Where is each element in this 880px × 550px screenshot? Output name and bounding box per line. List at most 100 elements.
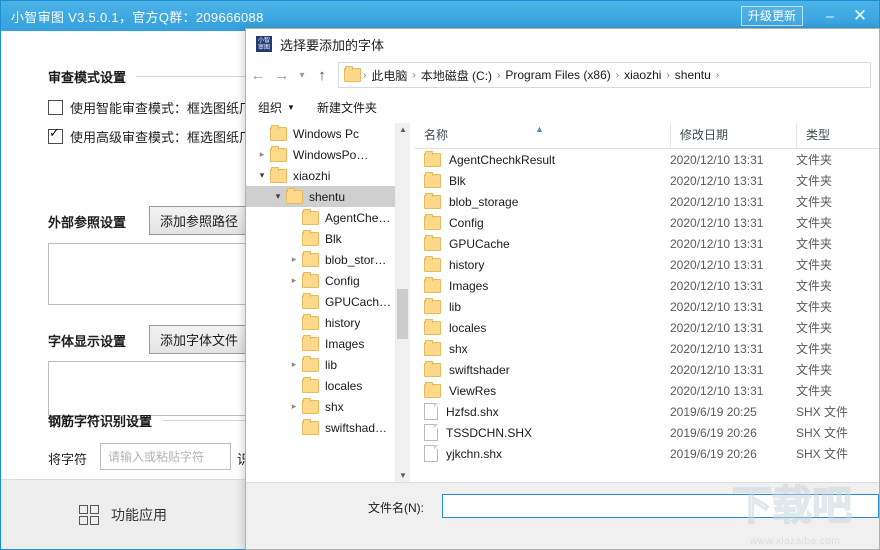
rebar-char-input[interactable]: 请输入或粘贴字符 bbox=[100, 443, 231, 470]
cell-name-label: history bbox=[449, 257, 485, 272]
tree-item-agentche[interactable]: AgentChe… bbox=[246, 207, 410, 228]
tree-item-label: lib bbox=[325, 357, 338, 372]
breadcrumb-item-2[interactable]: Program Files (x86) bbox=[502, 68, 613, 82]
cell-type: 文件夹 bbox=[796, 363, 833, 377]
checkbox-row-smart-review[interactable]: 使用智能审查模式：框选图纸厂 bbox=[48, 98, 252, 117]
tree-item-lib[interactable]: ▸ lib bbox=[246, 354, 410, 375]
table-row[interactable]: Images 2020/12/10 13:31 文件夹 bbox=[415, 275, 879, 296]
tree-item-shx[interactable]: ▸ shx bbox=[246, 396, 410, 417]
table-row[interactable]: GPUCache 2020/12/10 13:31 文件夹 bbox=[415, 233, 879, 254]
table-row[interactable]: locales 2020/12/10 13:31 文件夹 bbox=[415, 317, 879, 338]
chevron-right-icon[interactable]: ▸ bbox=[286, 359, 302, 370]
chevron-right-icon[interactable]: ▸ bbox=[286, 275, 302, 286]
tree-item-windowspo[interactable]: ▸ WindowsPo… bbox=[246, 144, 410, 165]
tree-item-blob_stor[interactable]: ▸ blob_stor… bbox=[246, 249, 410, 270]
cell-type: 文件夹 bbox=[796, 279, 833, 293]
column-header-name[interactable]: ▲ 名称 bbox=[415, 123, 670, 148]
tree-item-swiftshad[interactable]: swiftshad… bbox=[246, 417, 410, 438]
breadcrumb-separator: › bbox=[666, 69, 670, 81]
organize-menu-button[interactable]: 组织 ▼ bbox=[258, 99, 295, 116]
table-row[interactable]: swiftshader 2020/12/10 13:31 文件夹 bbox=[415, 359, 879, 380]
tree-item-shentu[interactable]: ▾ shentu bbox=[246, 186, 410, 207]
cell-name: locales bbox=[415, 318, 670, 335]
column-header-type[interactable]: 类型 bbox=[796, 123, 876, 148]
table-row[interactable]: Blk 2020/12/10 13:31 文件夹 bbox=[415, 170, 879, 191]
column-header-date[interactable]: 修改日期 bbox=[670, 123, 796, 148]
tree-item-history[interactable]: history bbox=[246, 312, 410, 333]
table-row[interactable]: history 2020/12/10 13:31 文件夹 bbox=[415, 254, 879, 275]
chevron-right-icon[interactable]: ▸ bbox=[286, 401, 302, 412]
folder-icon bbox=[424, 276, 441, 293]
external-ref-list-box[interactable] bbox=[48, 243, 248, 305]
checkbox-row-advanced-review[interactable]: 使用高级审查模式：框选图纸厂 bbox=[48, 126, 252, 146]
tree-item-xiaozhi[interactable]: ▾ xiaozhi bbox=[246, 165, 410, 186]
cell-modified-date: 2019/6/19 20:25 bbox=[670, 404, 757, 419]
table-row[interactable]: Config 2020/12/10 13:31 文件夹 bbox=[415, 212, 879, 233]
tree-item-config[interactable]: ▸ Config bbox=[246, 270, 410, 291]
table-row[interactable]: blob_storage 2020/12/10 13:31 文件夹 bbox=[415, 191, 879, 212]
cell-type: 文件夹 bbox=[796, 321, 833, 335]
arrow-left-icon[interactable]: ← bbox=[246, 61, 270, 89]
arrow-right-icon[interactable]: → bbox=[270, 61, 294, 89]
tree-item-images[interactable]: Images bbox=[246, 333, 410, 354]
chevron-down-icon[interactable]: ▾ bbox=[270, 191, 286, 202]
cell-name-label: Config bbox=[449, 215, 484, 230]
cell-type: 文件夹 bbox=[796, 195, 833, 209]
cell-type: SHX 文件 bbox=[796, 447, 849, 461]
table-row[interactable]: yjkchn.shx 2019/6/19 20:26 SHX 文件 bbox=[415, 443, 879, 464]
new-folder-button[interactable]: 新建文件夹 bbox=[317, 99, 377, 116]
new-folder-label: 新建文件夹 bbox=[316, 100, 377, 115]
sort-ascending-icon: ▲ bbox=[535, 124, 544, 134]
chevron-down-icon[interactable]: ▾ bbox=[294, 61, 310, 89]
scroll-down-icon[interactable]: ▼ bbox=[396, 469, 410, 483]
tree-item-gpucach[interactable]: GPUCach… bbox=[246, 291, 410, 312]
font-file-list-box[interactable] bbox=[48, 361, 248, 416]
folder-icon bbox=[302, 334, 319, 351]
folder-icon bbox=[302, 355, 319, 372]
navigation-tree[interactable]: Windows Pc ▸ WindowsPo… ▾ xiaozhi ▾ shentu Agen… bbox=[246, 123, 410, 483]
cell-modified-date: 2020/12/10 13:31 bbox=[670, 383, 764, 398]
scrollbar-thumb[interactable] bbox=[397, 289, 408, 339]
file-list-pane: ▲ 名称 修改日期 类型 AgentChechkResult 2020/12/10… bbox=[415, 123, 879, 483]
checkbox-advanced-review[interactable] bbox=[48, 126, 63, 144]
chevron-right-icon[interactable]: ▸ bbox=[286, 254, 302, 265]
folder-icon bbox=[270, 124, 287, 141]
table-row[interactable]: shx 2020/12/10 13:31 文件夹 bbox=[415, 338, 879, 359]
breadcrumb-separator: › bbox=[715, 69, 720, 81]
app-footer[interactable]: 功能应用 bbox=[1, 479, 245, 549]
breadcrumb-item-4[interactable]: shentu bbox=[672, 68, 714, 82]
chevron-down-icon[interactable]: ▾ bbox=[254, 170, 270, 181]
tree-item-blk[interactable]: Blk bbox=[246, 228, 410, 249]
breadcrumb[interactable]: › 此电脑 › 本地磁盘 (C:) › Program Files (x86) … bbox=[338, 62, 871, 88]
add-font-file-button[interactable]: 添加字体文件 bbox=[149, 325, 250, 354]
table-row[interactable]: ViewRes 2020/12/10 13:31 文件夹 bbox=[415, 380, 879, 401]
table-row[interactable]: lib 2020/12/10 13:31 文件夹 bbox=[415, 296, 879, 317]
cell-name-label: yjkchn.shx bbox=[446, 446, 503, 461]
section-review-mode-title: 审查模式设置 bbox=[48, 70, 127, 85]
dialog-main: Windows Pc ▸ WindowsPo… ▾ xiaozhi ▾ shentu Agen… bbox=[246, 123, 879, 483]
tree-item-locales[interactable]: locales bbox=[246, 375, 410, 396]
close-icon[interactable]: ✕ bbox=[845, 1, 875, 31]
folder-icon bbox=[302, 208, 319, 225]
section-font-display-heading: 字体显示设置 bbox=[48, 334, 127, 349]
table-row[interactable]: TSSDCHN.SHX 2019/6/19 20:26 SHX 文件 bbox=[415, 422, 879, 443]
filename-input[interactable] bbox=[442, 494, 879, 518]
table-row[interactable]: AgentChechkResult 2020/12/10 13:31 文件夹 bbox=[415, 149, 879, 170]
arrow-up-icon[interactable]: ↑ bbox=[310, 61, 334, 89]
tree-item-windowspc[interactable]: Windows Pc bbox=[246, 123, 410, 144]
table-row[interactable]: Hzfsd.shx 2019/6/19 20:25 SHX 文件 bbox=[415, 401, 879, 422]
checkbox-smart-review[interactable] bbox=[48, 100, 63, 115]
breadcrumb-item-3[interactable]: xiaozhi bbox=[621, 68, 664, 82]
add-reference-path-button[interactable]: 添加参照路径 bbox=[149, 206, 250, 235]
breadcrumb-item-1[interactable]: 本地磁盘 (C:) bbox=[418, 67, 495, 84]
scroll-up-icon[interactable]: ▲ bbox=[396, 123, 410, 137]
minimize-icon[interactable]: ‒ bbox=[815, 1, 845, 31]
chevron-right-icon[interactable]: ▸ bbox=[254, 149, 270, 160]
dialog-footer: 文件名(N): bbox=[246, 482, 879, 549]
file-icon bbox=[424, 445, 438, 462]
cell-modified-date: 2020/12/10 13:31 bbox=[670, 320, 764, 335]
breadcrumb-item-0[interactable]: 此电脑 bbox=[368, 67, 410, 84]
tree-scrollbar[interactable]: ▲ ▼ bbox=[395, 123, 410, 483]
upgrade-button[interactable]: 升级更新 bbox=[740, 6, 803, 26]
cell-type: 文件夹 bbox=[796, 300, 833, 314]
